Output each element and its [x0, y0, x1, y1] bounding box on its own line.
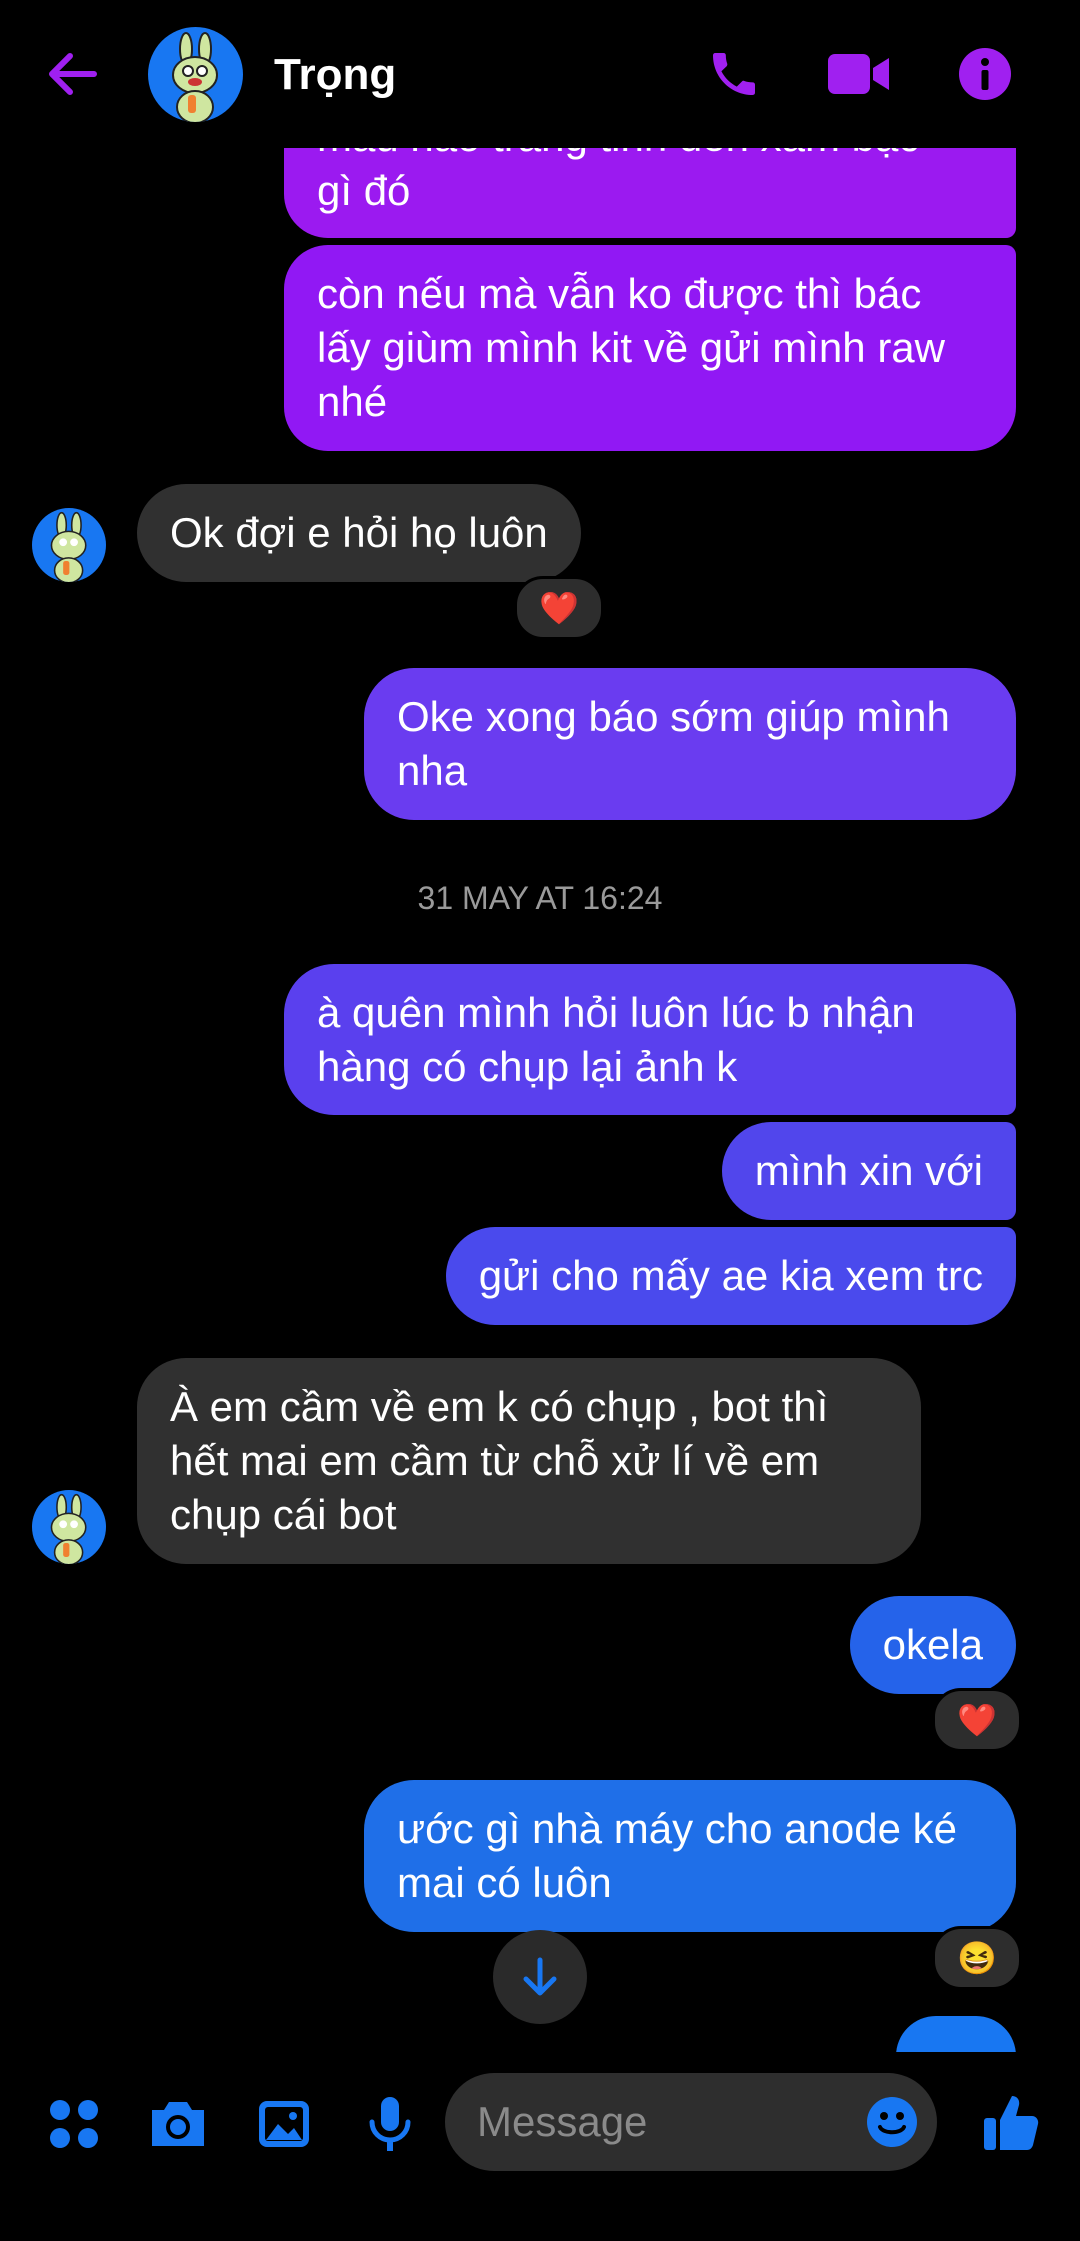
outgoing-message[interactable]: gửi cho mấy ae kia xem trc: [445, 1227, 1016, 1325]
composer-bar: Message: [0, 2052, 1080, 2241]
info-icon[interactable]: [957, 46, 1013, 102]
chat-header: Trọng: [0, 0, 1080, 148]
message-input[interactable]: Message: [445, 2073, 937, 2171]
phone-icon[interactable]: [706, 46, 762, 102]
laughing-reaction-icon: 😆: [957, 1940, 997, 1976]
incoming-message[interactable]: À em cầm về em k có chụp , bot thì hết m…: [137, 1358, 921, 1564]
heart-reaction-icon: ❤️: [539, 590, 579, 626]
outgoing-message[interactable]: ước gì nhà máy cho anode ké mai có luôn: [364, 1780, 1016, 1932]
heart-reaction[interactable]: ❤️: [932, 1688, 1022, 1752]
outgoing-message[interactable]: còn nếu mà vẫn ko được thì bác lấy giùm …: [284, 245, 1016, 451]
message-input-placeholder: Message: [477, 2098, 648, 2145]
scroll-down-button[interactable]: [493, 1930, 587, 2024]
contact-avatar[interactable]: [148, 27, 243, 122]
outgoing-message[interactable]: Oke xong báo sớm giúp mình nha: [364, 668, 1016, 820]
apps-icon[interactable]: [48, 2098, 100, 2150]
contact-avatar-small[interactable]: [32, 508, 106, 582]
message-text: ước gì nhà máy cho anode ké mai có luôn: [397, 1805, 957, 1906]
message-text: còn nếu mà vẫn ko được thì bác lấy giùm …: [317, 270, 945, 425]
message-text: À em cầm về em k có chụp , bot thì hết m…: [170, 1383, 829, 1538]
message-text: Oke xong báo sớm giúp mình nha: [397, 693, 950, 794]
heart-reaction[interactable]: ❤️: [514, 576, 604, 640]
message-text: Ok đợi e hỏi họ luôn: [170, 509, 548, 556]
scroll-down-arrow-icon: [523, 1957, 557, 1996]
gallery-icon[interactable]: [256, 2096, 312, 2152]
heart-reaction-icon: ❤️: [957, 1702, 997, 1738]
contact-avatar-small[interactable]: [32, 1490, 106, 1564]
thumbs-up-icon[interactable]: [982, 2092, 1040, 2152]
message-text: mình xin với: [754, 1147, 983, 1194]
emoji-icon[interactable]: [865, 2095, 919, 2149]
outgoing-message[interactable]: okela: [849, 1596, 1016, 1694]
message-text: gì đó: [317, 167, 411, 214]
message-text: à quên mình hỏi luôn lúc b nhận hàng có …: [317, 988, 915, 1090]
incoming-message[interactable]: Ok đợi e hỏi họ luôn: [137, 484, 581, 582]
timestamp-divider: 31 MAY AT 16:24: [417, 880, 663, 916]
microphone-icon[interactable]: [364, 2094, 416, 2154]
message-text: gửi cho mấy ae kia xem trc: [478, 1252, 983, 1299]
message-text: okela: [882, 1621, 983, 1668]
outgoing-message[interactable]: à quên mình hỏi luôn lúc b nhận hàng có …: [284, 964, 1016, 1115]
outgoing-message[interactable]: mình xin với: [721, 1122, 1016, 1220]
laughing-reaction[interactable]: 😆: [932, 1926, 1022, 1990]
camera-icon[interactable]: [148, 2096, 208, 2152]
video-camera-icon[interactable]: [826, 46, 892, 102]
back-arrow-icon[interactable]: [44, 46, 100, 102]
contact-name[interactable]: Trọng: [274, 48, 396, 102]
